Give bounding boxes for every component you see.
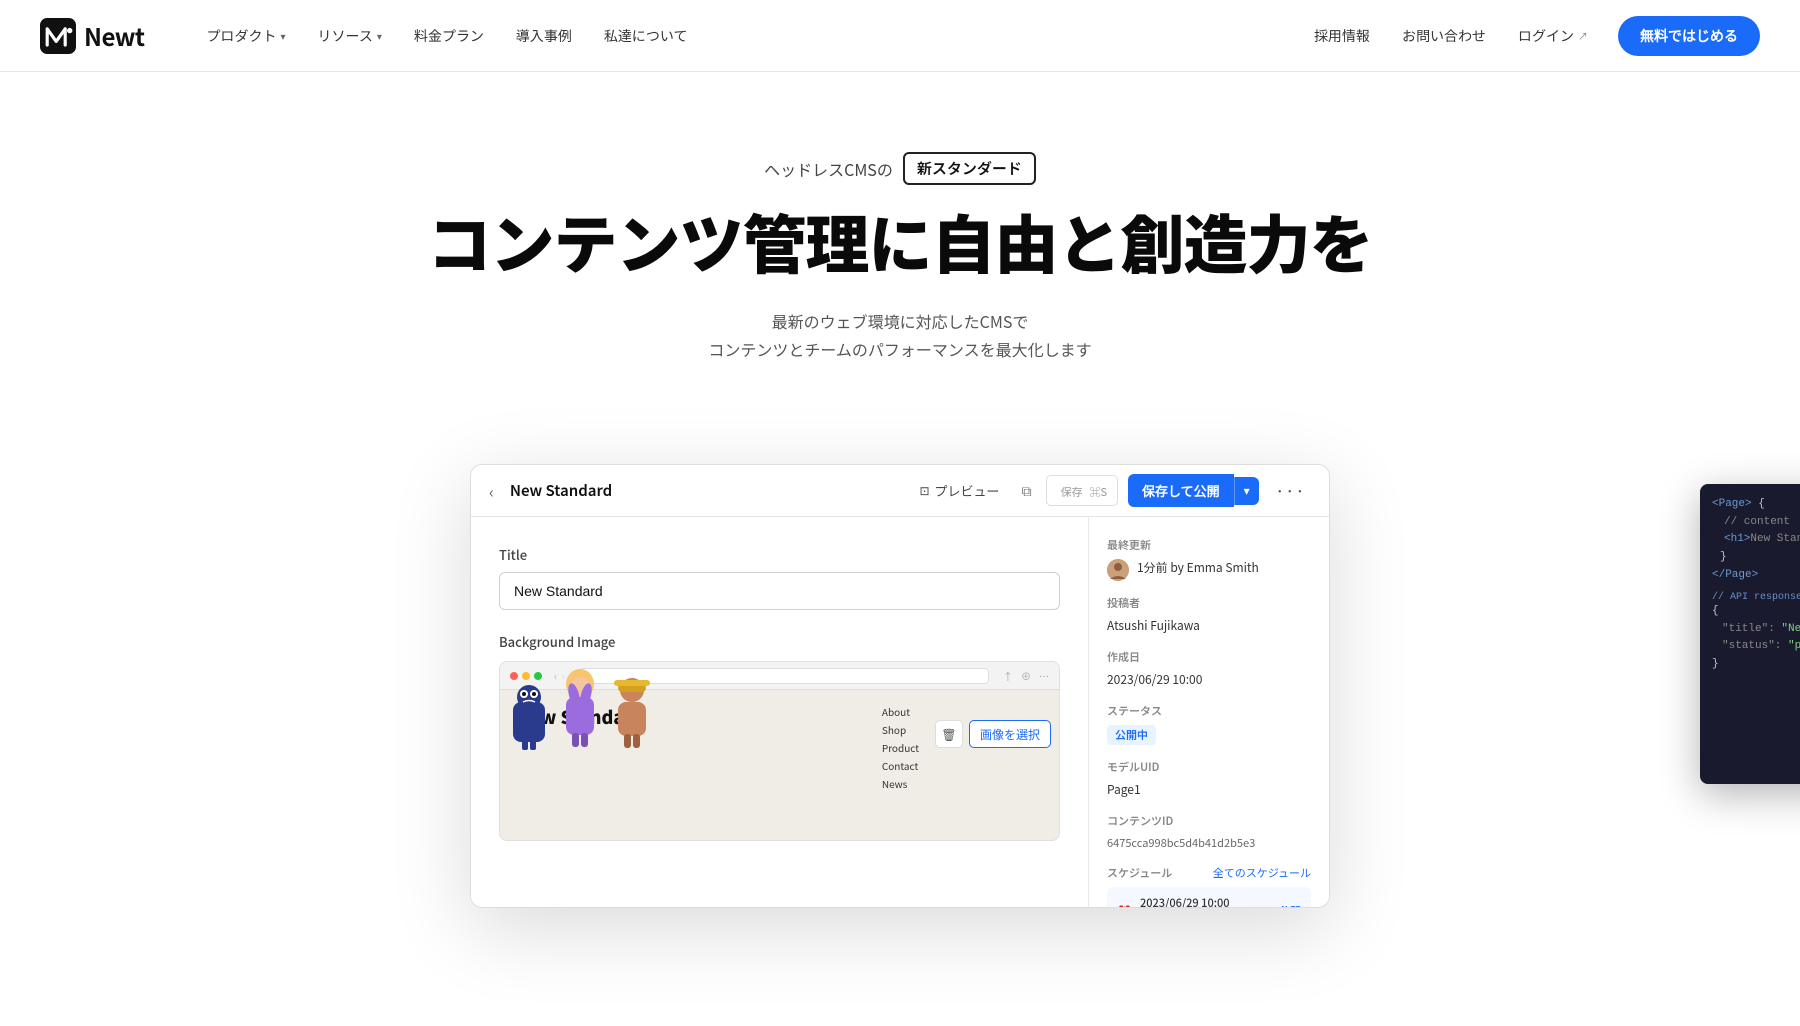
external-link-icon: ↗ <box>1578 28 1588 43</box>
cms-more-button[interactable]: ··· <box>1269 474 1311 508</box>
character-girl <box>556 669 604 754</box>
code-line-4: } <box>1712 549 1800 567</box>
cta-button[interactable]: 無料ではじめる <box>1618 16 1760 56</box>
code-panel: <Page> { // content <h1>New Standard</h1… <box>1700 484 1800 784</box>
schedule-info: 2023/06/29 10:00 Release <box>1140 895 1271 907</box>
bg-image-upload-area[interactable]: ‹ › ↑ ⊕ ⋯ New Standard <box>499 661 1060 841</box>
nav-item-about[interactable]: 私達について <box>590 18 702 54</box>
sidebar-author-value: Atsushi Fujikawa <box>1107 617 1311 635</box>
brand-name: Newt <box>84 18 145 53</box>
cms-main-panel: Title Background Image ‹ › <box>471 517 1089 907</box>
hero-title: コンテンツ管理に自由と創造力を <box>40 205 1760 279</box>
inner-page-content: New Standard About Shop Product Contact … <box>500 690 1059 754</box>
schedule-status-badge: 公開 <box>1279 903 1301 907</box>
code-line-1: <Page> { <box>1712 496 1800 514</box>
preview-icon: ⊡ <box>919 482 929 499</box>
schedule-item: ⏰ 2023/06/29 10:00 Release 公開 <box>1107 887 1311 907</box>
nav-item-product[interactable]: プロダクト ▾ <box>193 18 300 54</box>
nav-item-pricing[interactable]: 料金プラン <box>400 18 498 54</box>
sidebar-content-id-value: 6475cca998bc5d4b41d2b5e3 <box>1107 835 1311 851</box>
status-badge: 公開中 <box>1107 725 1156 745</box>
nav-right: 採用情報 お問い合わせ ログイン ↗ 無料ではじめる <box>1300 16 1760 56</box>
field-title-input[interactable] <box>499 572 1060 610</box>
sidebar-status-label: ステータス <box>1107 703 1311 719</box>
cms-back-button[interactable]: ‹ <box>489 479 494 503</box>
cms-body: Title Background Image ‹ › <box>471 517 1329 907</box>
code-line-8: "status": "published" <box>1712 638 1800 656</box>
sidebar-created-label: 作成日 <box>1107 649 1311 665</box>
header: Newt プロダクト ▾ リソース ▾ 料金プラン 導入事例 私達について 採用… <box>0 0 1800 72</box>
last-updated-value: 1分前 by Emma Smith <box>1137 559 1259 577</box>
code-line-2: // content <box>1712 514 1800 532</box>
character-bird <box>508 682 550 754</box>
mockup-container: ‹ New Standard ⊡ プレビュー ⧉ 保存 ⌘S 保存して公開 ▾ … <box>0 464 1800 908</box>
sidebar-last-updated-label: 最終更新 <box>1107 537 1311 553</box>
nav-left: プロダクト ▾ リソース ▾ 料金プラン 導入事例 私達について <box>193 18 1300 54</box>
cms-actions: ⊡ プレビュー ⧉ 保存 ⌘S 保存して公開 ▾ ··· <box>911 474 1311 508</box>
code-line-7: "title": "New Standard", <box>1712 621 1800 639</box>
logo-link[interactable]: Newt <box>40 18 145 54</box>
sidebar-created-value: 2023/06/29 10:00 <box>1107 671 1311 689</box>
cms-publish-group: 保存して公開 ▾ <box>1128 474 1259 507</box>
product-dropdown-icon: ▾ <box>281 28 286 43</box>
schedule-clock-icon: ⏰ <box>1117 903 1132 908</box>
inner-nav-contact: Contact <box>882 758 919 773</box>
nav-item-contact[interactable]: お問い合わせ <box>1388 18 1500 54</box>
cms-content-title: New Standard <box>510 480 900 501</box>
cms-save-button[interactable]: 保存 ⌘S <box>1046 475 1118 506</box>
avatar-icon <box>1107 559 1129 581</box>
code-line-9: } <box>1712 656 1800 674</box>
trash-icon: 🗑 <box>941 726 956 743</box>
cms-publish-button[interactable]: 保存して公開 <box>1128 474 1234 507</box>
cms-preview-button[interactable]: ⊡ プレビュー <box>911 476 1007 505</box>
sidebar-author-label: 投稿者 <box>1107 595 1311 611</box>
sidebar-schedule-header: スケジュール 全てのスケジュール <box>1107 865 1311 881</box>
sidebar-last-updated-row: 1分前 by Emma Smith <box>1107 559 1311 581</box>
field-title-label: Title <box>499 545 1060 564</box>
select-image-button[interactable]: 画像を選択 <box>969 720 1051 748</box>
cms-publish-dropdown-button[interactable]: ▾ <box>1234 477 1259 505</box>
code-line-3: <h1>New Standard</h1> <box>1712 531 1800 549</box>
hero-subtitle: 最新のウェブ環境に対応したCMSで コンテンツとチームのパフォーマンスを最大化し… <box>40 307 1760 365</box>
cms-sidebar: 最終更新 1分前 by Emma Smith 投稿者 Atsushi Fujik… <box>1089 517 1329 907</box>
character-brown <box>610 676 654 754</box>
cms-titlebar: ‹ New Standard ⊡ プレビュー ⧉ 保存 ⌘S 保存して公開 ▾ … <box>471 465 1329 517</box>
code-comment: // API response <box>1712 592 1800 603</box>
sidebar-content-id-label: コンテンツID <box>1107 813 1311 829</box>
all-schedules-link[interactable]: 全てのスケジュール <box>1213 865 1311 881</box>
delete-image-button[interactable]: 🗑 <box>935 720 963 748</box>
inner-nav-news: News <box>882 776 919 791</box>
hero-badge-prefix: ヘッドレスCMSの <box>764 157 893 181</box>
user-avatar <box>1107 559 1129 581</box>
field-bg-label: Background Image <box>499 632 1060 651</box>
sidebar-schedule-label: スケジュール <box>1107 865 1172 881</box>
sidebar-model-uid-label: モデルUID <box>1107 759 1311 775</box>
resources-dropdown-icon: ▾ <box>377 28 382 43</box>
hero-badge: 新スタンダード <box>903 152 1036 185</box>
image-actions: 🗑 画像を選択 <box>935 720 1051 748</box>
nav-item-cases[interactable]: 導入事例 <box>502 18 586 54</box>
cms-window: ‹ New Standard ⊡ プレビュー ⧉ 保存 ⌘S 保存して公開 ▾ … <box>470 464 1330 908</box>
hero-badge-line: ヘッドレスCMSの 新スタンダード <box>40 152 1760 185</box>
nav-item-login[interactable]: ログイン ↗ <box>1504 18 1602 54</box>
sidebar-model-uid-value: Page1 <box>1107 781 1311 799</box>
nav-item-resources[interactable]: リソース ▾ <box>304 18 396 54</box>
logo-icon <box>40 18 76 54</box>
code-line-6: { <box>1712 603 1800 621</box>
nav-item-careers[interactable]: 採用情報 <box>1300 18 1384 54</box>
code-line-5: </Page> <box>1712 567 1800 585</box>
schedule-date: 2023/06/29 10:00 <box>1140 895 1271 907</box>
hero-section: ヘッドレスCMSの 新スタンダード コンテンツ管理に自由と創造力を 最新のウェブ… <box>0 72 1800 464</box>
cms-copy-icon[interactable]: ⧉ <box>1018 477 1036 505</box>
